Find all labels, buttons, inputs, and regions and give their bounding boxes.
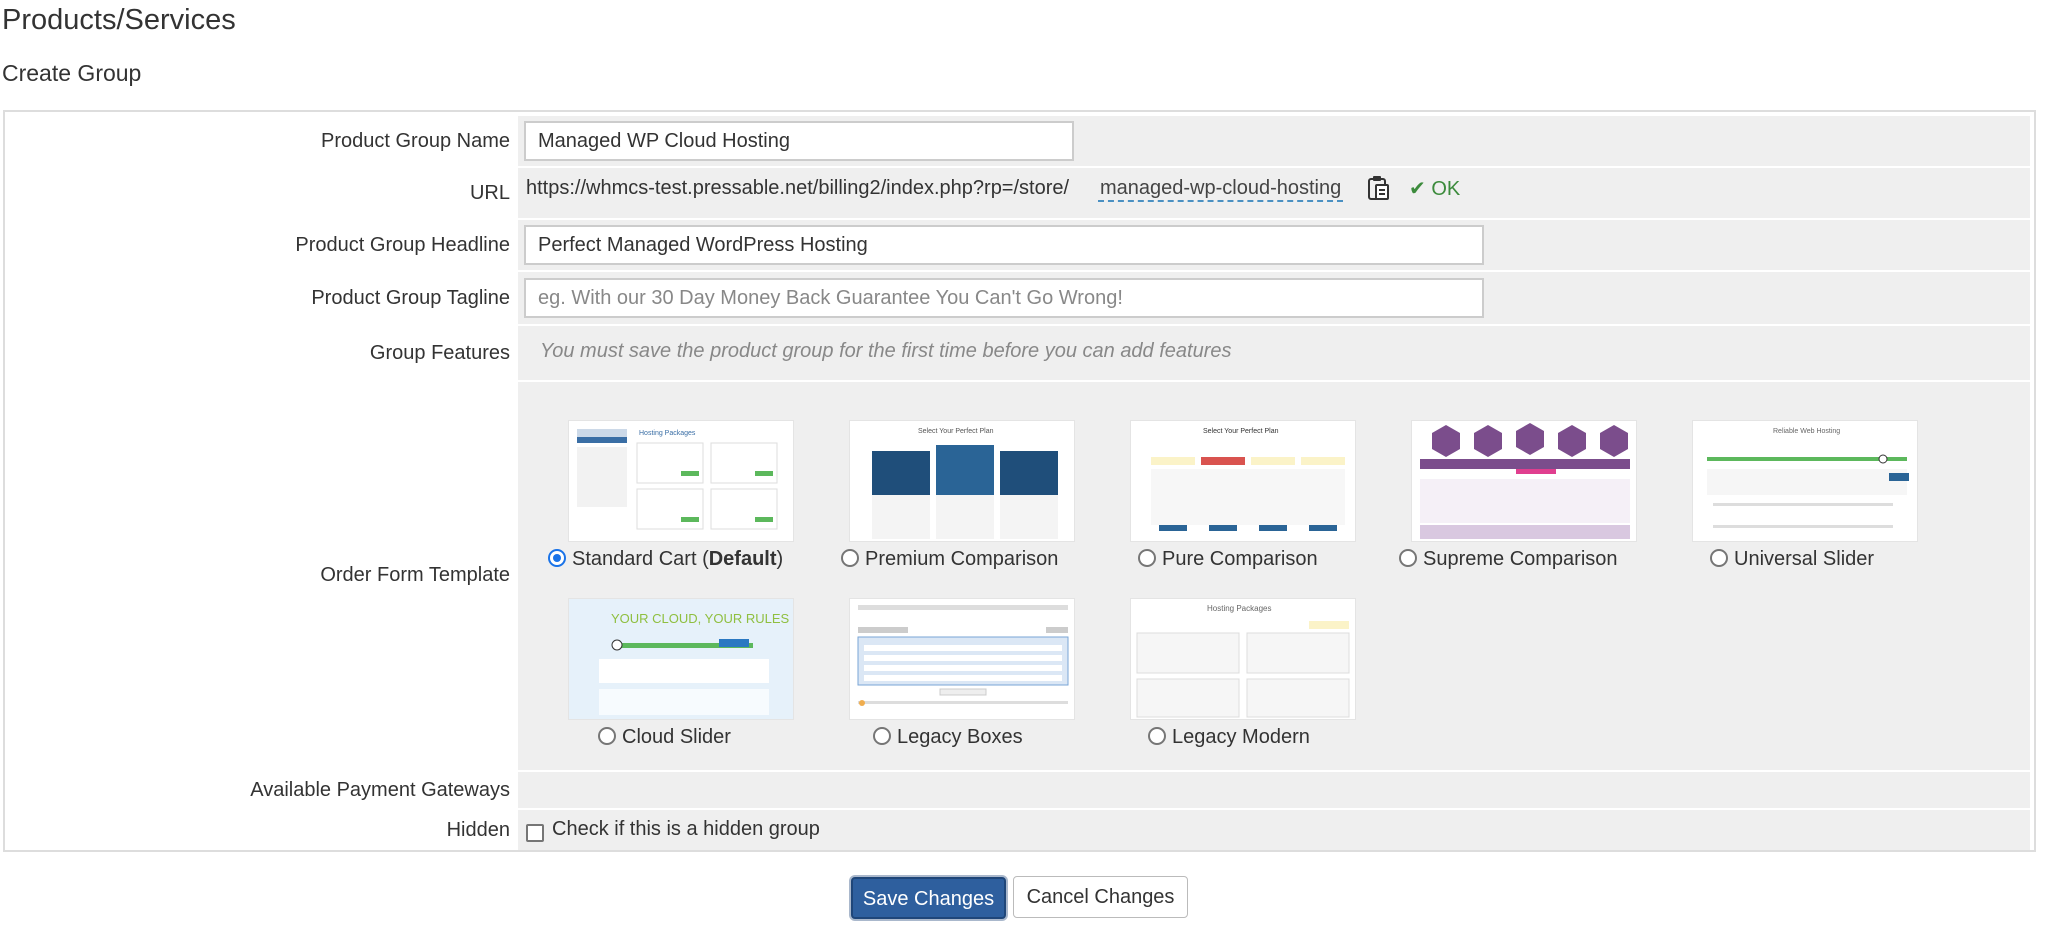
template-thumbnail[interactable]: Hosting Packages [568,420,794,542]
template-thumbnail[interactable]: Select Your Perfect Plan [849,420,1075,542]
headline-input[interactable]: Perfect Managed WordPress Hosting [524,225,1484,265]
template-thumbnail[interactable]: Reliable Web Hosting [1692,420,1918,542]
headline-field-cell: Perfect Managed WordPress Hosting [518,220,2030,270]
payment-gateways-row: Available Payment Gateways [5,772,2034,808]
template-thumbnail[interactable]: Hosting Packages [1130,598,1356,720]
create-group-form: Product Group Name Managed WP Cloud Host… [3,110,2036,852]
url-prefix: https://whmcs-test.pressable.net/billing… [526,177,1070,199]
save-changes-button[interactable]: Save Changes [851,877,1006,919]
copy-to-clipboard-icon[interactable] [1367,175,1389,201]
template-radio-label[interactable]: Universal Slider [1710,548,1874,571]
tagline-field-cell: eg. With our 30 Day Money Back Guarantee… [518,272,2030,324]
headline-row: Product Group Headline Perfect Managed W… [5,220,2034,270]
url-label: URL [469,182,510,204]
radio-unselected[interactable] [1399,549,1417,567]
group-name-label: Product Group Name [321,130,510,152]
svg-text:Reliable Web Hosting: Reliable Web Hosting [1773,428,1840,435]
url-slug-editable[interactable]: managed-wp-cloud-hosting [1098,177,1344,202]
section-title: Create Group [2,60,142,86]
tagline-label: Product Group Tagline [311,287,510,309]
url-ok-status: ✔ OK [1409,176,1460,201]
template-radio-label[interactable]: Legacy Boxes [873,726,1023,749]
order-form-row: Order Form Template Hosting Packages Sta… [5,382,2034,770]
tagline-row: Product Group Tagline eg. With our 30 Da… [5,272,2034,324]
radio-unselected[interactable] [841,549,859,567]
svg-text:Hosting Packages: Hosting Packages [1207,604,1271,613]
template-radio-label[interactable]: Premium Comparison [841,548,1058,571]
template-radio-label[interactable]: Standard Cart (Default) [548,548,783,571]
hidden-field-cell: Check if this is a hidden group [518,810,2030,850]
payment-gateways-field-cell [518,772,2030,808]
radio-unselected[interactable] [1138,549,1156,567]
group-name-input[interactable]: Managed WP Cloud Hosting [524,121,1074,161]
radio-unselected[interactable] [873,727,891,745]
group-name-row: Product Group Name Managed WP Cloud Host… [5,116,2034,166]
radio-unselected[interactable] [1148,727,1166,745]
headline-label: Product Group Headline [295,234,510,256]
radio-selected[interactable] [548,549,566,567]
hidden-group-checkbox-label[interactable]: Check if this is a hidden group [552,818,820,841]
check-icon: ✔ [1409,178,1426,200]
template-thumbnail[interactable] [1411,420,1637,542]
cancel-changes-button[interactable]: Cancel Changes [1013,876,1188,918]
template-radio-label[interactable]: Pure Comparison [1138,548,1318,571]
svg-text:YOUR CLOUD, YOUR RULES: YOUR CLOUD, YOUR RULES [611,611,790,626]
payment-gateways-label: Available Payment Gateways [250,779,510,801]
order-form-label: Order Form Template [320,564,510,586]
svg-text:Select Your Perfect Plan: Select Your Perfect Plan [918,428,994,435]
template-radio-label[interactable]: Supreme Comparison [1399,548,1618,571]
svg-text:Hosting Packages: Hosting Packages [639,430,696,437]
url-status-text: OK [1431,178,1461,200]
svg-text:Select Your Perfect Plan: Select Your Perfect Plan [1203,428,1279,435]
tagline-input[interactable]: eg. With our 30 Day Money Back Guarantee… [524,278,1484,318]
template-radio-label[interactable]: Cloud Slider [598,726,731,749]
template-thumbnail[interactable] [849,598,1075,720]
hidden-label: Hidden [446,819,510,841]
features-field-cell: You must save the product group for the … [518,326,2030,380]
group-name-field-cell: Managed WP Cloud Hosting [518,116,2030,166]
features-label: Group Features [369,342,510,364]
template-thumbnail[interactable]: Select Your Perfect Plan [1130,420,1356,542]
page-title: Products/Services [2,4,236,36]
features-row: Group Features You must save the product… [5,326,2034,380]
template-radio-label[interactable]: Legacy Modern [1148,726,1310,749]
radio-unselected[interactable] [598,727,616,745]
features-note: You must save the product group for the … [540,340,1232,362]
url-row: URL https://whmcs-test.pressable.net/bil… [5,168,2034,218]
radio-unselected[interactable] [1710,549,1728,567]
hidden-row: Hidden Check if this is a hidden group [5,810,2034,850]
order-form-field-cell: Hosting Packages Standard Cart (Default)… [518,382,2030,770]
template-thumbnail[interactable]: YOUR CLOUD, YOUR RULES [568,598,794,720]
hidden-group-checkbox[interactable] [526,824,544,842]
url-field-cell: https://whmcs-test.pressable.net/billing… [518,168,2030,218]
